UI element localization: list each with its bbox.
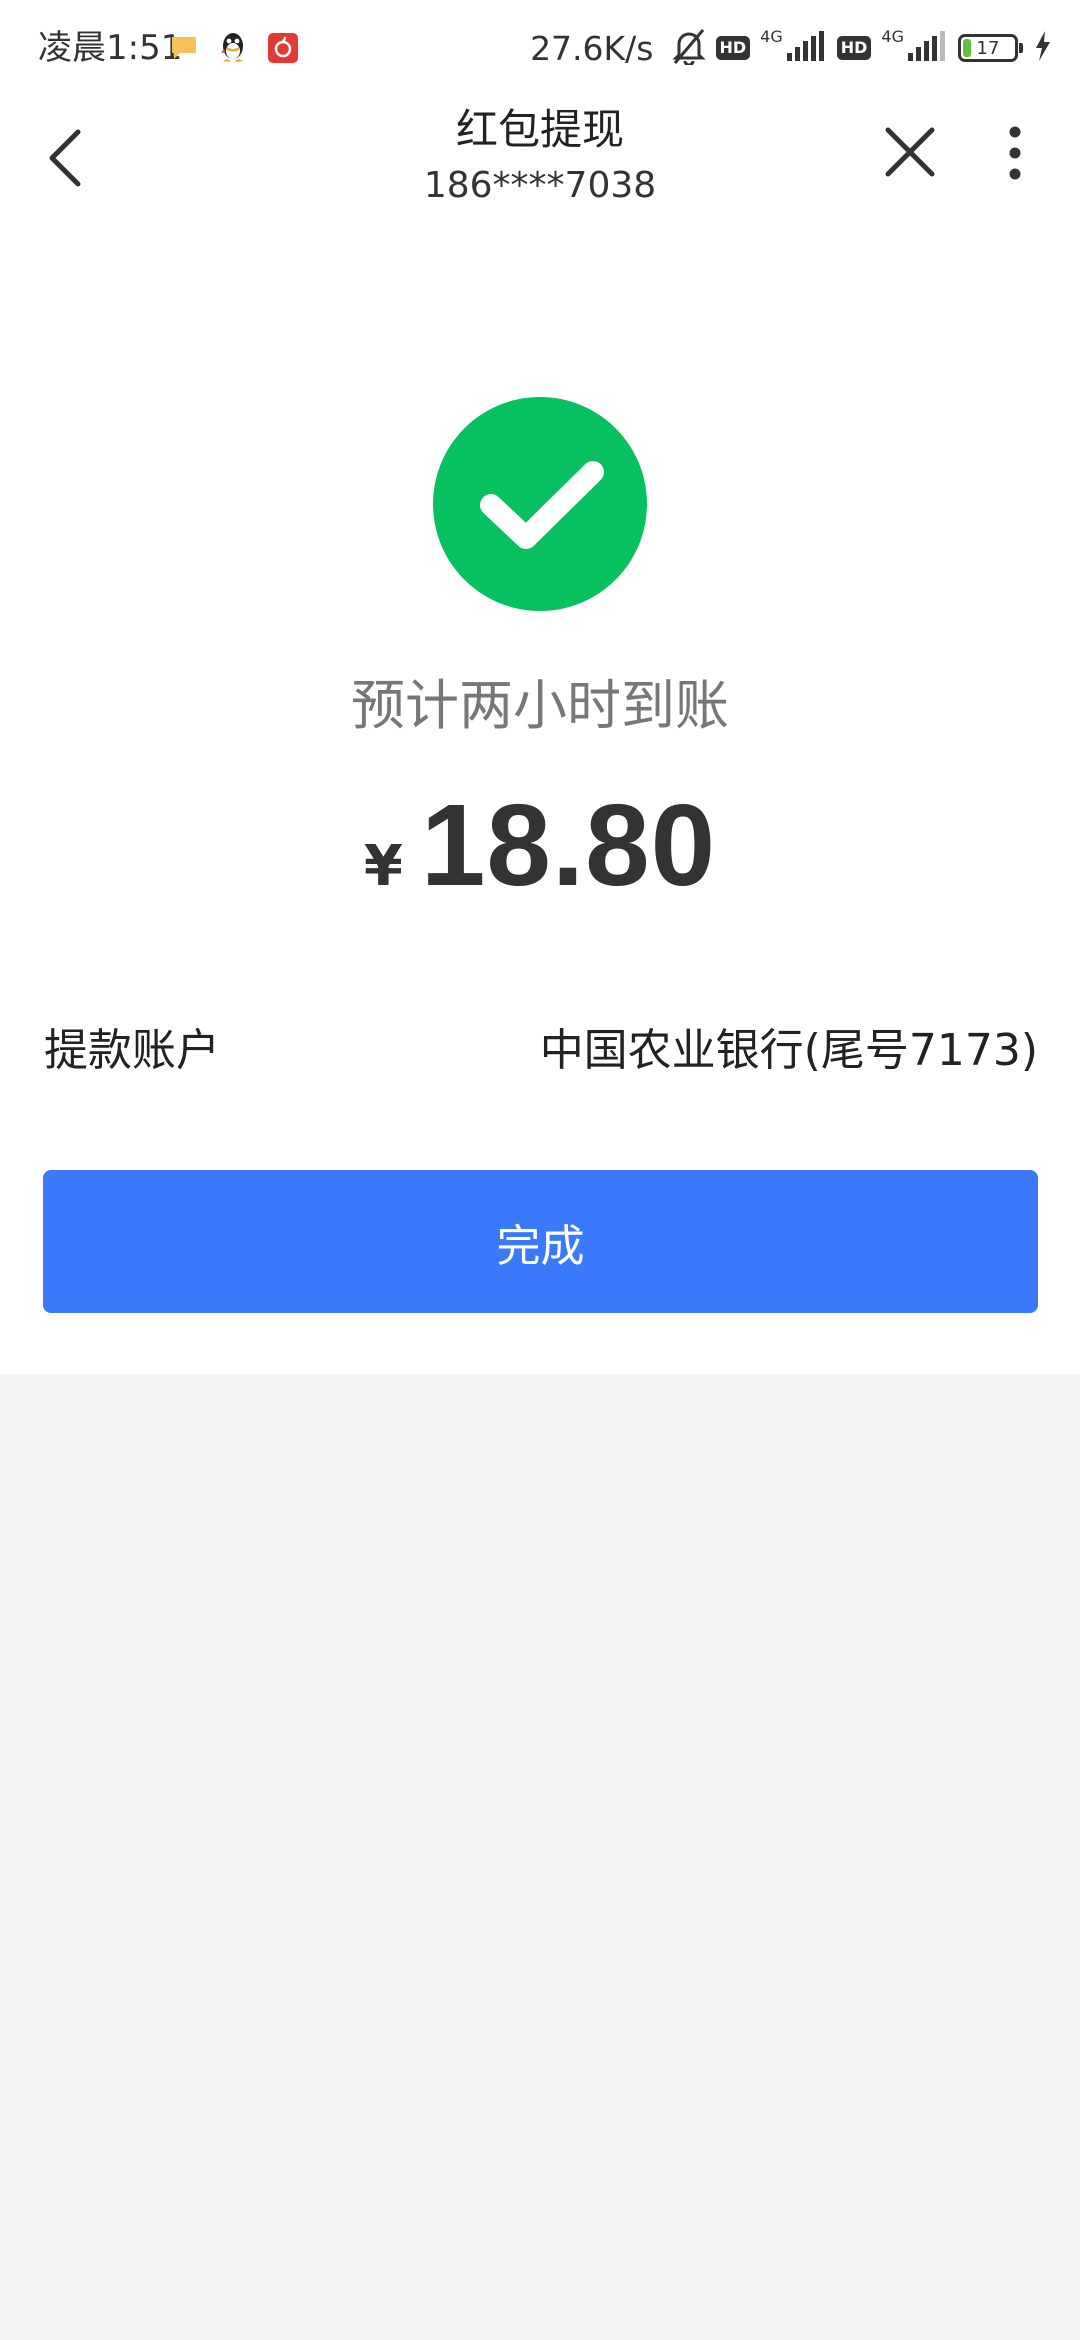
status-time: 凌晨1:51 [38,28,183,68]
account-label: 提款账户 [44,1025,220,1076]
status-right-group: 27.6K/s HD 4G HD 4G 17 [530,24,1052,72]
status-bar: 凌晨1:51 27.6K/s HD 4G HD 4G 17 [0,0,1080,96]
charging-icon [1034,31,1052,65]
amount-value: 18.80 [420,780,717,910]
notification-icons [170,30,298,70]
more-vertical-icon [1009,126,1021,180]
hd-badge-2: HD [836,36,872,60]
checkmark-icon [480,461,604,549]
withdraw-account-row: 提款账户 中国农业银行(尾号7173) [44,1016,1038,1086]
currency-symbol: ¥ [363,834,403,899]
hd-badge: HD [715,36,751,60]
message-notification-icon [170,35,198,65]
battery-level-fill [963,39,971,57]
mute-bell-icon [671,27,706,69]
more-button[interactable] [1000,120,1030,186]
close-icon [885,127,935,177]
network-type-2: 4G [881,26,904,46]
close-button[interactable] [880,122,940,182]
withdraw-amount: ¥18.80 [0,780,1080,945]
network-type: 4G [760,26,783,46]
signal-icon [786,31,827,65]
arrival-estimate: 预计两小时到账 [351,674,729,737]
qq-icon [218,31,248,69]
net-speed: 27.6K/s [530,28,654,68]
netease-music-icon [268,33,298,67]
battery-icon: 17 [958,34,1023,62]
account-value: 中国农业银行(尾号7173) [539,1025,1038,1076]
battery-level: 17 [976,37,1000,59]
success-icon [433,397,647,611]
signal-icon-2 [908,31,948,65]
done-button[interactable]: 完成 [43,1170,1038,1313]
